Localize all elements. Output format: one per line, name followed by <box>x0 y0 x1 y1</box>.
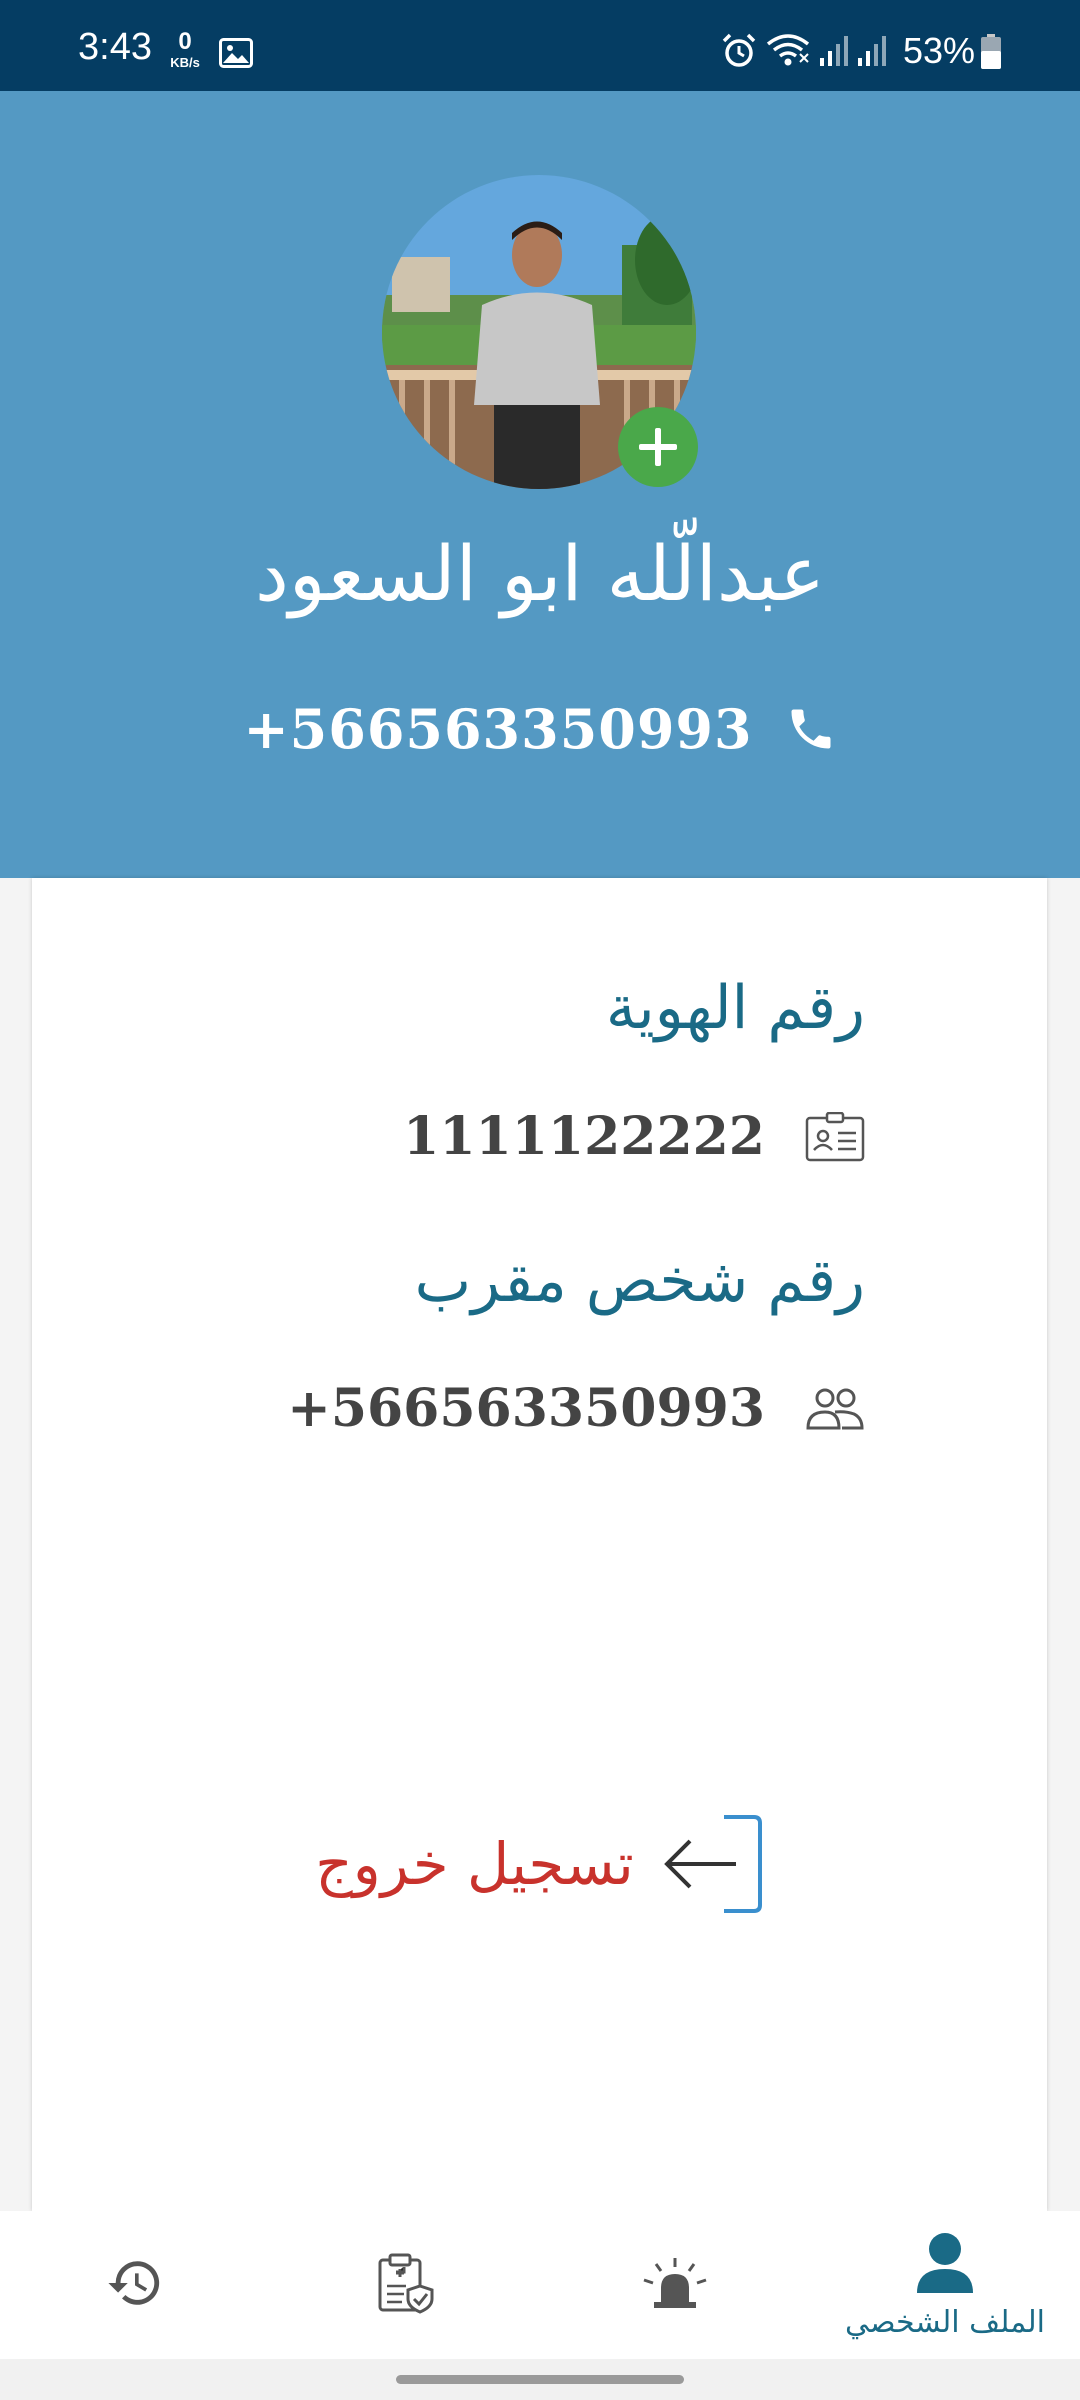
wifi-icon <box>765 32 811 72</box>
emergency-contact-row: +566563350993 <box>287 1378 865 1439</box>
gallery-icon <box>219 38 253 72</box>
network-speed-unit: KB/s <box>170 55 200 70</box>
alarm-icon <box>720 32 758 74</box>
people-icon <box>805 1386 865 1432</box>
id-number-value: 1111122222 <box>403 1106 765 1167</box>
nav-medical-report[interactable] <box>345 2211 465 2359</box>
alarm-siren-icon <box>642 2256 708 2314</box>
nav-profile[interactable]: الملف الشخصي <box>840 2211 1050 2359</box>
emergency-contact-label: رقم شخص مقرب <box>414 1246 865 1316</box>
battery-icon <box>980 34 1002 74</box>
signal-icon <box>856 34 890 72</box>
medical-report-icon <box>374 2252 436 2318</box>
nav-alarm[interactable] <box>615 2211 735 2359</box>
user-phone: +566563350993 <box>243 697 753 761</box>
status-time: 3:43 <box>78 26 152 68</box>
logout-label: تسجيل خروج <box>315 1830 634 1898</box>
profile-header: عبدالّله ابو السعود +566563350993 <box>0 91 1080 878</box>
signal-icon <box>818 34 852 72</box>
id-card-icon <box>805 1111 865 1162</box>
id-number-label: رقم الهوية <box>605 973 865 1043</box>
user-phone-row: +566563350993 <box>0 697 1080 761</box>
network-speed: 0 KB/s <box>163 28 207 70</box>
bottom-nav: الملف الشخصي <box>0 2211 1080 2359</box>
battery-percent: 53% <box>903 30 976 71</box>
logout-button[interactable]: تسجيل خروج <box>32 1813 1047 1915</box>
profile-icon <box>915 2231 975 2301</box>
status-bar: 3:43 0 KB/s 53% <box>0 0 1080 91</box>
profile-details-card: رقم الهوية 1111122222 رقم شخص مقرب +5665… <box>32 878 1047 2211</box>
gesture-area <box>0 2359 1080 2400</box>
nav-history[interactable] <box>75 2211 195 2359</box>
network-speed-value: 0 <box>178 28 192 55</box>
user-name: عبدالّله ابو السعود <box>254 529 826 618</box>
logout-icon <box>662 1813 764 1915</box>
history-icon <box>106 2254 164 2316</box>
emergency-contact-value: +566563350993 <box>287 1378 765 1439</box>
nav-profile-label: الملف الشخصي <box>845 2304 1045 2340</box>
id-number-row: 1111122222 <box>403 1106 865 1167</box>
phone-icon <box>785 703 837 755</box>
home-indicator[interactable] <box>396 2375 684 2384</box>
add-photo-button[interactable] <box>618 407 698 487</box>
